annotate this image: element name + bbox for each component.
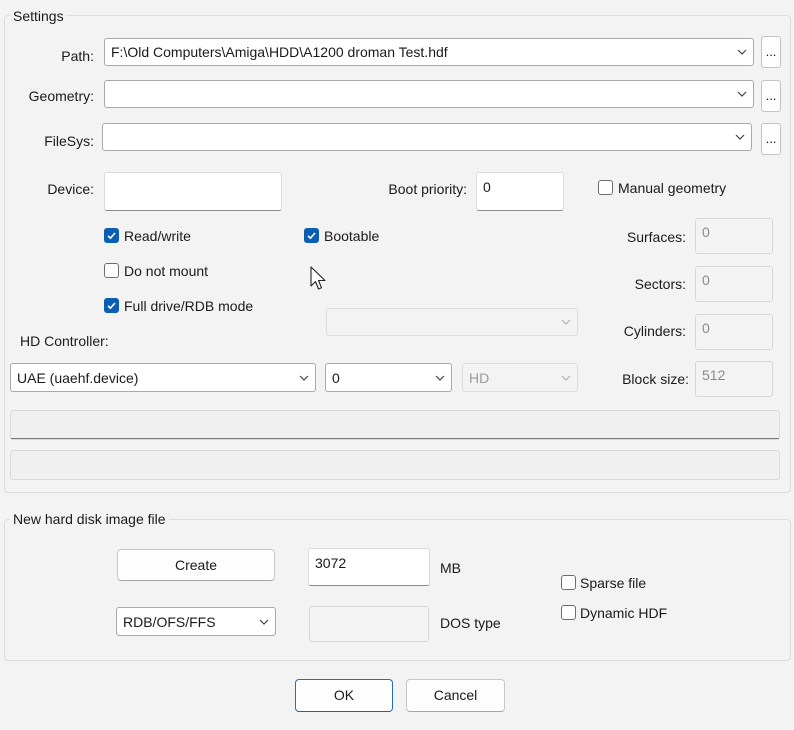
settings-group-title: Settings <box>10 8 67 24</box>
filesystem-combo[interactable]: RDB/OFS/FFS <box>116 607 276 636</box>
extra-combo[interactable] <box>326 308 578 336</box>
chevron-down-icon <box>299 375 309 381</box>
filesys-browse-button[interactable]: ... <box>761 123 781 155</box>
size-input[interactable]: 3072 <box>308 548 430 586</box>
sectors-label: Sectors: <box>634 276 686 292</box>
full-drive-checkbox[interactable] <box>104 298 119 313</box>
path-label: Path: <box>61 48 94 64</box>
manual-geometry-checkbox[interactable] <box>598 180 613 195</box>
manual-geometry-label: Manual geometry <box>618 180 727 196</box>
chevron-down-icon <box>561 319 571 325</box>
dynamic-hdf-label: Dynamic HDF <box>580 605 668 621</box>
cylinders-label: Cylinders: <box>623 323 686 339</box>
new-image-group-title: New hard disk image file <box>10 511 169 527</box>
hd-controller-label: HD Controller: <box>20 333 109 349</box>
geometry-browse-button[interactable]: ... <box>761 80 781 112</box>
block-size-input[interactable]: 512 <box>695 361 773 397</box>
read-write-label: Read/write <box>124 228 191 244</box>
mouse-cursor-icon <box>310 266 326 290</box>
sparse-file-label: Sparse file <box>580 575 647 591</box>
sparse-file-checkbox[interactable] <box>561 575 576 590</box>
unit-value: 0 <box>332 369 340 386</box>
controller-combo[interactable]: UAE (uaehf.device) <box>10 363 316 392</box>
device-label: Device: <box>47 181 94 197</box>
boot-priority-label: Boot priority: <box>388 181 467 197</box>
path-browse-button[interactable]: ... <box>761 36 781 68</box>
surfaces-label: Surfaces: <box>626 229 686 245</box>
cancel-button[interactable]: Cancel <box>406 679 505 712</box>
type-combo[interactable]: HD <box>462 363 578 392</box>
ok-button[interactable]: OK <box>295 679 393 712</box>
cylinders-input[interactable]: 0 <box>695 314 773 350</box>
read-write-checkbox[interactable] <box>104 228 119 243</box>
checkmark-icon <box>107 302 116 310</box>
unit-combo[interactable]: 0 <box>325 363 452 392</box>
chevron-down-icon <box>735 134 745 140</box>
path-value: F:\Old Computers\Amiga\HDD\A1200 droman … <box>111 44 448 60</box>
filesys-label: FileSys: <box>44 133 94 149</box>
geometry-label: Geometry: <box>28 88 94 104</box>
dos-type-label: DOS type <box>440 615 501 631</box>
full-drive-label: Full drive/RDB mode <box>124 298 254 314</box>
filesystem-value: RDB/OFS/FFS <box>123 613 216 630</box>
block-size-label: Block size: <box>622 371 689 387</box>
sectors-input[interactable]: 0 <box>695 266 773 302</box>
surfaces-input[interactable]: 0 <box>695 218 773 254</box>
type-value: HD <box>469 369 490 386</box>
do-not-mount-checkbox[interactable] <box>104 263 119 278</box>
path-combo[interactable]: F:\Old Computers\Amiga\HDD\A1200 droman … <box>104 38 754 66</box>
size-unit-label: MB <box>440 560 461 576</box>
controller-value: UAE (uaehf.device) <box>17 369 139 386</box>
create-button[interactable]: Create <box>117 549 275 581</box>
info-bar-2 <box>10 450 780 480</box>
chevron-down-icon <box>737 91 747 97</box>
device-input[interactable] <box>104 172 282 211</box>
checkmark-icon <box>107 232 116 240</box>
filesys-combo[interactable] <box>102 123 752 151</box>
bootable-label: Bootable <box>324 228 380 244</box>
dos-type-input[interactable] <box>309 606 429 642</box>
dynamic-hdf-checkbox[interactable] <box>561 605 576 620</box>
chevron-down-icon <box>561 375 571 381</box>
chevron-down-icon <box>435 375 445 381</box>
bootable-checkbox[interactable] <box>304 228 319 243</box>
geometry-combo[interactable] <box>104 80 754 108</box>
chevron-down-icon <box>737 49 747 55</box>
chevron-down-icon <box>259 619 269 625</box>
info-bar-1 <box>10 410 780 440</box>
checkmark-icon <box>307 232 316 240</box>
do-not-mount-label: Do not mount <box>124 263 209 279</box>
boot-priority-input[interactable]: 0 <box>476 172 564 211</box>
